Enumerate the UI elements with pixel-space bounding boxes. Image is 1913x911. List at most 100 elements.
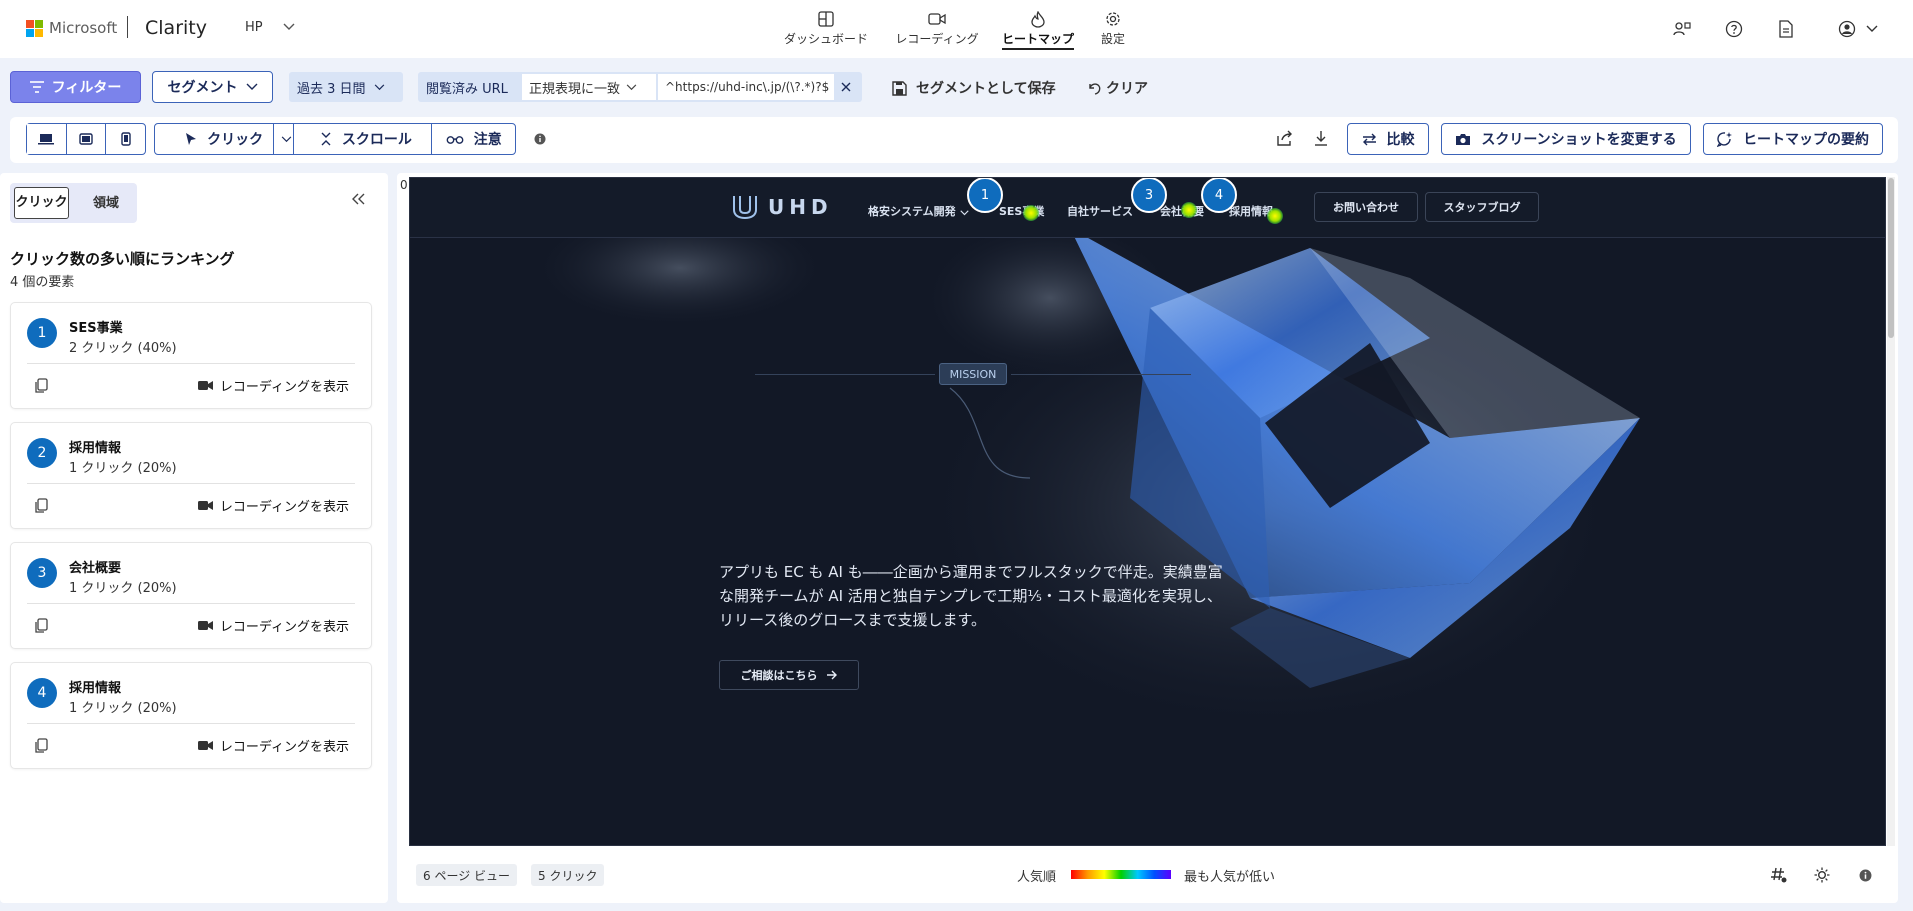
nav-heatmaps[interactable]: ヒートマップ xyxy=(1001,8,1075,50)
segment-dropdown[interactable]: セグメント xyxy=(152,71,273,103)
card-divider xyxy=(27,483,355,484)
click-rank-marker[interactable]: 4 xyxy=(1201,178,1237,213)
arrow-right-icon xyxy=(826,670,837,680)
date-range-label: 過去 3 日間 xyxy=(297,81,366,97)
mode-click-label: クリック xyxy=(207,132,264,148)
document-icon[interactable] xyxy=(1775,18,1797,40)
account-menu[interactable] xyxy=(1838,18,1878,40)
card-divider xyxy=(27,363,355,364)
copy-icon[interactable] xyxy=(35,498,48,517)
toggle-area[interactable]: 領域 xyxy=(82,187,130,219)
hashtag-settings-icon[interactable] xyxy=(1770,866,1788,884)
click-hotspot xyxy=(1267,208,1283,224)
save-segment-label: セグメントとして保存 xyxy=(916,81,1056,97)
uhd-logo[interactable]: UHD xyxy=(732,194,833,220)
mode-click-button[interactable]: クリック xyxy=(155,124,295,154)
rank-badge: 1 xyxy=(27,318,57,348)
gear-icon xyxy=(1105,8,1121,30)
mode-scroll-button[interactable]: スクロール xyxy=(300,124,433,154)
nav-recordings-label: レコーディング xyxy=(895,32,979,46)
project-selector[interactable]: HP xyxy=(245,20,263,35)
heatmap-scrollbar-thumb[interactable] xyxy=(1888,178,1894,338)
hero-description: アプリも EC も AI も――企画から運用までフルスタックで伴走。実績豊富な開… xyxy=(719,563,1223,629)
chevron-down-icon xyxy=(626,83,637,90)
view-recording-link[interactable]: レコーディングを表示 xyxy=(197,496,349,515)
info-icon[interactable] xyxy=(534,133,546,149)
view-recording-link[interactable]: レコーディングを表示 xyxy=(197,736,349,755)
clear-button[interactable]: クリア xyxy=(1087,78,1148,98)
tablet-icon xyxy=(79,133,93,145)
share-icon[interactable] xyxy=(1276,130,1294,150)
heatmap-screenshot[interactable]: UHD 格安システム開発 SES事業 自社サービス 会社概要 採用情報 お問い合… xyxy=(409,177,1886,846)
change-screenshot-button[interactable]: スクリーンショットを変更する xyxy=(1441,123,1691,155)
dashboard-icon xyxy=(818,8,834,30)
save-segment-button[interactable]: セグメントとして保存 xyxy=(892,78,1056,98)
ranking-card[interactable]: 1 SES事業 2 クリック (40%) レコーディングを表示 xyxy=(10,302,372,409)
hero-cta-button[interactable]: ご相談はこちら xyxy=(719,660,859,690)
device-desktop-button[interactable] xyxy=(27,124,67,154)
nav-settings-label: 設定 xyxy=(1100,32,1125,46)
info-icon[interactable] xyxy=(1856,866,1874,884)
flame-icon xyxy=(1031,8,1045,30)
collapse-panel-icon[interactable] xyxy=(352,189,366,210)
site-blog-button[interactable]: スタッフブログ xyxy=(1425,192,1539,222)
click-rank-marker[interactable]: 3 xyxy=(1131,178,1167,213)
device-tablet-button[interactable] xyxy=(67,124,107,154)
help-icon[interactable] xyxy=(1723,18,1745,40)
copy-icon[interactable] xyxy=(35,738,48,757)
site-nav-dev[interactable]: 格安システム開発 xyxy=(868,203,956,219)
remove-filter-close-icon[interactable] xyxy=(841,81,851,96)
uhd-logo-text: UHD xyxy=(768,195,833,219)
download-icon[interactable] xyxy=(1313,130,1329,150)
desktop-icon xyxy=(38,134,55,145)
compare-button[interactable]: 比較 xyxy=(1347,123,1429,155)
ranking-card[interactable]: 3 会社概要 1 クリック (20%) レコーディングを表示 xyxy=(10,542,372,649)
date-range-dropdown[interactable]: 過去 3 日間 xyxy=(289,72,403,102)
chevron-down-icon[interactable] xyxy=(283,20,295,34)
click-rank-marker[interactable]: 1 xyxy=(967,178,1003,213)
filter-button[interactable]: フィルター xyxy=(10,71,141,103)
nav-recordings[interactable]: レコーディング xyxy=(892,8,982,50)
rank-badge: 3 xyxy=(27,558,57,588)
ranking-card[interactable]: 4 採用情報 1 クリック (20%) レコーディングを表示 xyxy=(10,662,372,769)
camera-icon xyxy=(1456,133,1471,145)
heatmap-summary-button[interactable]: ヒートマップの要約 xyxy=(1703,123,1883,155)
share-people-icon[interactable] xyxy=(1671,18,1693,40)
chevron-down-icon xyxy=(960,205,969,220)
view-recording-label: レコーディングを表示 xyxy=(219,620,349,635)
mission-divider xyxy=(755,374,935,375)
app-title[interactable]: Clarity xyxy=(145,17,207,39)
video-icon xyxy=(197,381,213,390)
avatar-icon xyxy=(1838,20,1856,38)
view-recording-label: レコーディングを表示 xyxy=(219,380,349,395)
heatmap-mode-switcher: クリック スクロール 注意 xyxy=(154,123,516,155)
click-count: 2 クリック (40%) xyxy=(69,341,177,356)
legend-least-label: 最も人気が低い xyxy=(1184,870,1276,885)
ranking-card[interactable]: 2 採用情報 1 クリック (20%) レコーディングを表示 xyxy=(10,422,372,529)
uhd-logo-icon xyxy=(733,196,757,220)
view-recording-link[interactable]: レコーディングを表示 xyxy=(197,616,349,635)
site-contact-button[interactable]: お問い合わせ xyxy=(1314,192,1418,222)
toggle-click[interactable]: クリック xyxy=(14,187,69,219)
glasses-icon xyxy=(446,136,464,144)
url-regex-input[interactable]: ^https://uhd-inc\.jp/(\?.*)?$ xyxy=(658,74,834,100)
segment-label: セグメント xyxy=(167,80,238,96)
device-mobile-button[interactable] xyxy=(106,124,145,154)
brightness-icon[interactable] xyxy=(1813,866,1831,884)
click-mode-chevron-icon[interactable] xyxy=(273,124,299,154)
rank-badge: 2 xyxy=(27,438,57,468)
card-divider xyxy=(27,603,355,604)
copy-icon[interactable] xyxy=(35,618,48,637)
filter-button-label: フィルター xyxy=(51,80,122,96)
nav-dashboard[interactable]: ダッシュボード xyxy=(782,8,870,50)
nav-settings[interactable]: 設定 xyxy=(1097,8,1129,50)
click-area-toggle: クリック 領域 xyxy=(10,183,137,223)
view-recording-link[interactable]: レコーディングを表示 xyxy=(197,376,349,395)
mode-attention-button[interactable]: 注意 xyxy=(432,124,515,154)
microsoft-logo-icon xyxy=(26,20,43,37)
clear-label: クリア xyxy=(1106,81,1148,97)
site-nav-products[interactable]: 自社サービス xyxy=(1067,203,1133,219)
click-count: 1 クリック (20%) xyxy=(69,581,177,596)
match-mode-dropdown[interactable]: 正規表現に一致 xyxy=(522,74,656,100)
copy-icon[interactable] xyxy=(35,378,48,397)
